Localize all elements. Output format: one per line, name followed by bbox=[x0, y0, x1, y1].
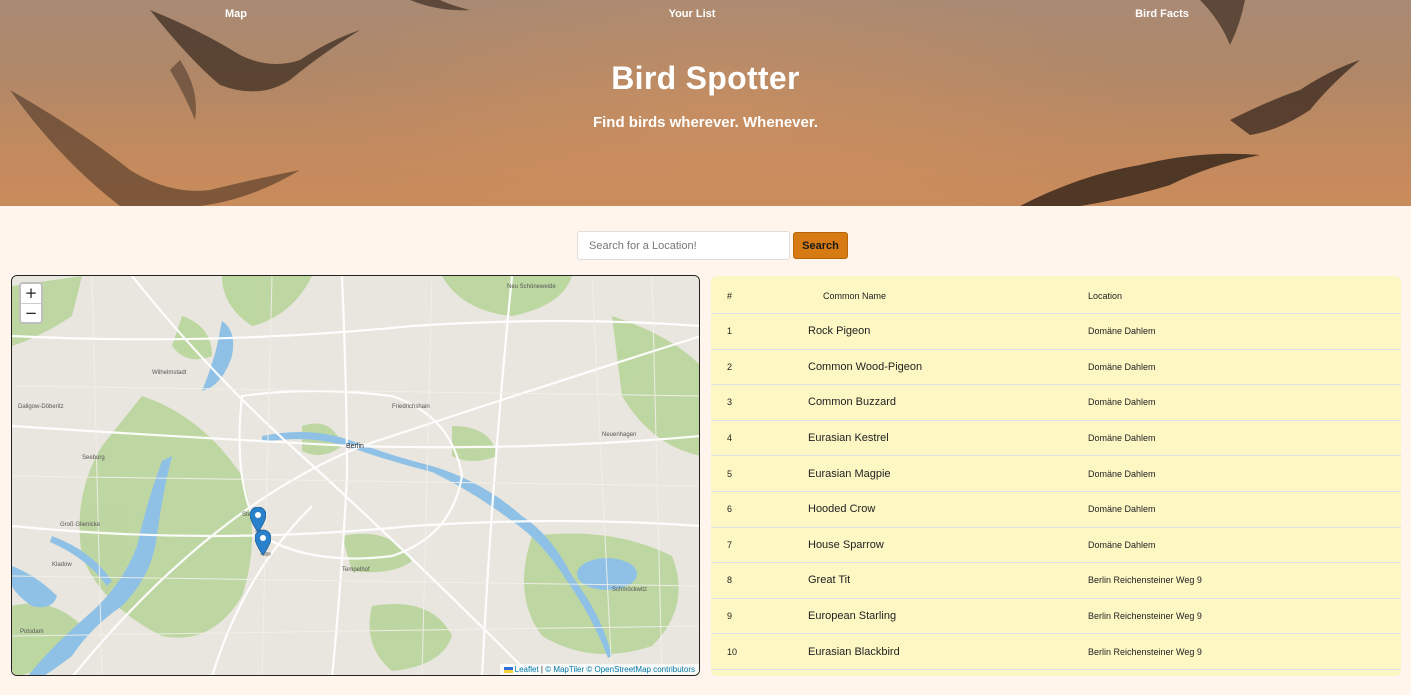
leaflet-link[interactable]: Leaflet bbox=[515, 665, 539, 674]
bird-common-name: Great Tit bbox=[808, 574, 851, 587]
map-tiles[interactable]: Berlin Potsdam Seeburg Dallgow-Döberitz … bbox=[12, 276, 700, 676]
bird-common-name: Eurasian Magpie bbox=[808, 467, 891, 480]
table-row: 2 Common Wood-Pigeon Domäne Dahlem bbox=[711, 350, 1401, 386]
bird-common-name: Eurasian Kestrel bbox=[808, 432, 889, 445]
svg-text:Potsdam: Potsdam bbox=[20, 629, 44, 635]
bird-common-name: Common Buzzard bbox=[808, 396, 897, 409]
row-number: 2 bbox=[727, 361, 733, 372]
nav-link-your-list[interactable]: Your List bbox=[669, 8, 716, 20]
osm-link[interactable]: © OpenStreetMap contributors bbox=[586, 665, 695, 674]
row-number: 3 bbox=[727, 397, 733, 408]
bird-common-name: Eurasian Blackbird bbox=[808, 645, 900, 658]
sighting-location: Berlin Reichensteiner Weg 9 bbox=[1088, 646, 1202, 657]
sighting-location: Berlin Reichensteiner Weg 9 bbox=[1088, 611, 1202, 622]
svg-text:Berlin: Berlin bbox=[346, 443, 364, 450]
sighting-location: Domäne Dahlem bbox=[1088, 433, 1156, 444]
zoom-in-button[interactable]: + bbox=[21, 284, 41, 303]
row-number: 8 bbox=[727, 575, 733, 586]
bird-common-name: European Starling bbox=[808, 610, 897, 623]
table-row: 9 European Starling Berlin Reichensteiner … bbox=[711, 599, 1401, 635]
map-view[interactable]: Berlin Potsdam Seeburg Dallgow-Döberitz … bbox=[11, 275, 700, 676]
sighting-location: Berlin Reichensteiner Weg 9 bbox=[1088, 575, 1202, 586]
bird-common-name: Hooded Crow bbox=[808, 503, 876, 516]
table-row: 7 House Sparrow Domäne Dahlem bbox=[711, 528, 1401, 564]
svg-text:Neu Schöneweide: Neu Schöneweide bbox=[507, 284, 556, 290]
search-button[interactable]: Search bbox=[793, 232, 848, 259]
row-number: 7 bbox=[727, 539, 733, 550]
sighting-location: Domäne Dahlem bbox=[1088, 326, 1156, 337]
location-search-input[interactable] bbox=[577, 231, 790, 260]
row-number: 5 bbox=[727, 468, 733, 479]
table-row: 1 Rock Pigeon Domäne Dahlem bbox=[711, 314, 1401, 350]
sighting-location: Domäne Dahlem bbox=[1088, 504, 1156, 515]
table-row: 10 Eurasian Blackbird Berlin Reichensteine… bbox=[711, 634, 1401, 670]
flying-birds-image bbox=[10, 0, 1360, 206]
svg-text:Neuenhagen: Neuenhagen bbox=[602, 432, 636, 438]
row-number: 6 bbox=[727, 504, 733, 515]
table-row: 5 Eurasian Magpie Domäne Dahlem bbox=[711, 456, 1401, 492]
sighting-location: Domäne Dahlem bbox=[1088, 361, 1156, 372]
row-number: 9 bbox=[727, 611, 733, 622]
column-header-location: Location bbox=[1088, 291, 1123, 301]
bird-common-name: Rock Pigeon bbox=[808, 325, 871, 338]
table-header: # Common Name Location bbox=[711, 276, 1401, 314]
nav-link-map[interactable]: Map bbox=[225, 8, 247, 20]
map-marker-icon[interactable] bbox=[255, 530, 271, 556]
svg-text:Wilhelmstadt: Wilhelmstadt bbox=[152, 370, 187, 376]
column-header-number: # bbox=[727, 291, 733, 301]
maptiler-link[interactable]: © MapTiler bbox=[545, 665, 584, 674]
top-nav: Map Your List Bird Facts bbox=[0, 8, 1411, 22]
sighting-location: Domäne Dahlem bbox=[1088, 539, 1156, 550]
svg-text:Groß Glienicke: Groß Glienicke bbox=[60, 522, 101, 528]
svg-text:Seeburg: Seeburg bbox=[82, 455, 105, 461]
column-header-common-name: Common Name bbox=[823, 291, 887, 301]
zoom-out-button[interactable]: − bbox=[21, 303, 41, 322]
map-attribution: Leaflet | © MapTiler © OpenStreetMap con… bbox=[499, 664, 699, 675]
bird-common-name: House Sparrow bbox=[808, 538, 884, 551]
sighting-location: Domäne Dahlem bbox=[1088, 397, 1156, 408]
row-number: 4 bbox=[727, 433, 733, 444]
row-number: 10 bbox=[727, 646, 738, 657]
sighting-location: Domäne Dahlem bbox=[1088, 468, 1156, 479]
table-row: 4 Eurasian Kestrel Domäne Dahlem bbox=[711, 421, 1401, 457]
svg-text:Tempelhof: Tempelhof bbox=[342, 567, 370, 573]
bird-common-name: Common Wood-Pigeon bbox=[808, 360, 923, 373]
table-row: 8 Great Tit Berlin Reichensteiner Weg 9 bbox=[711, 563, 1401, 599]
page-title: Bird Spotter bbox=[611, 60, 800, 96]
zoom-control: + − bbox=[19, 282, 43, 324]
nav-link-bird-facts[interactable]: Bird Facts bbox=[1135, 8, 1189, 20]
svg-text:Kladow: Kladow bbox=[52, 562, 72, 568]
row-number: 1 bbox=[727, 326, 733, 337]
table-row: 6 Hooded Crow Domäne Dahlem bbox=[711, 492, 1401, 528]
bird-list-table: # Common Name Location 1 Rock Pigeon Domän… bbox=[711, 276, 1401, 676]
hero-banner: Map Your List Bird Facts Bird Spotter Fi… bbox=[0, 0, 1411, 206]
svg-text:Friedrichshain: Friedrichshain bbox=[392, 404, 430, 410]
svg-text:Dallgow-Döberitz: Dallgow-Döberitz bbox=[18, 404, 64, 410]
ukraine-flag-icon bbox=[503, 667, 513, 673]
page-subtitle: Find birds wherever. Whenever. bbox=[592, 114, 819, 131]
table-row: 3 Common Buzzard Domäne Dahlem bbox=[711, 385, 1401, 421]
svg-text:Schmöckwitz: Schmöckwitz bbox=[612, 587, 647, 593]
